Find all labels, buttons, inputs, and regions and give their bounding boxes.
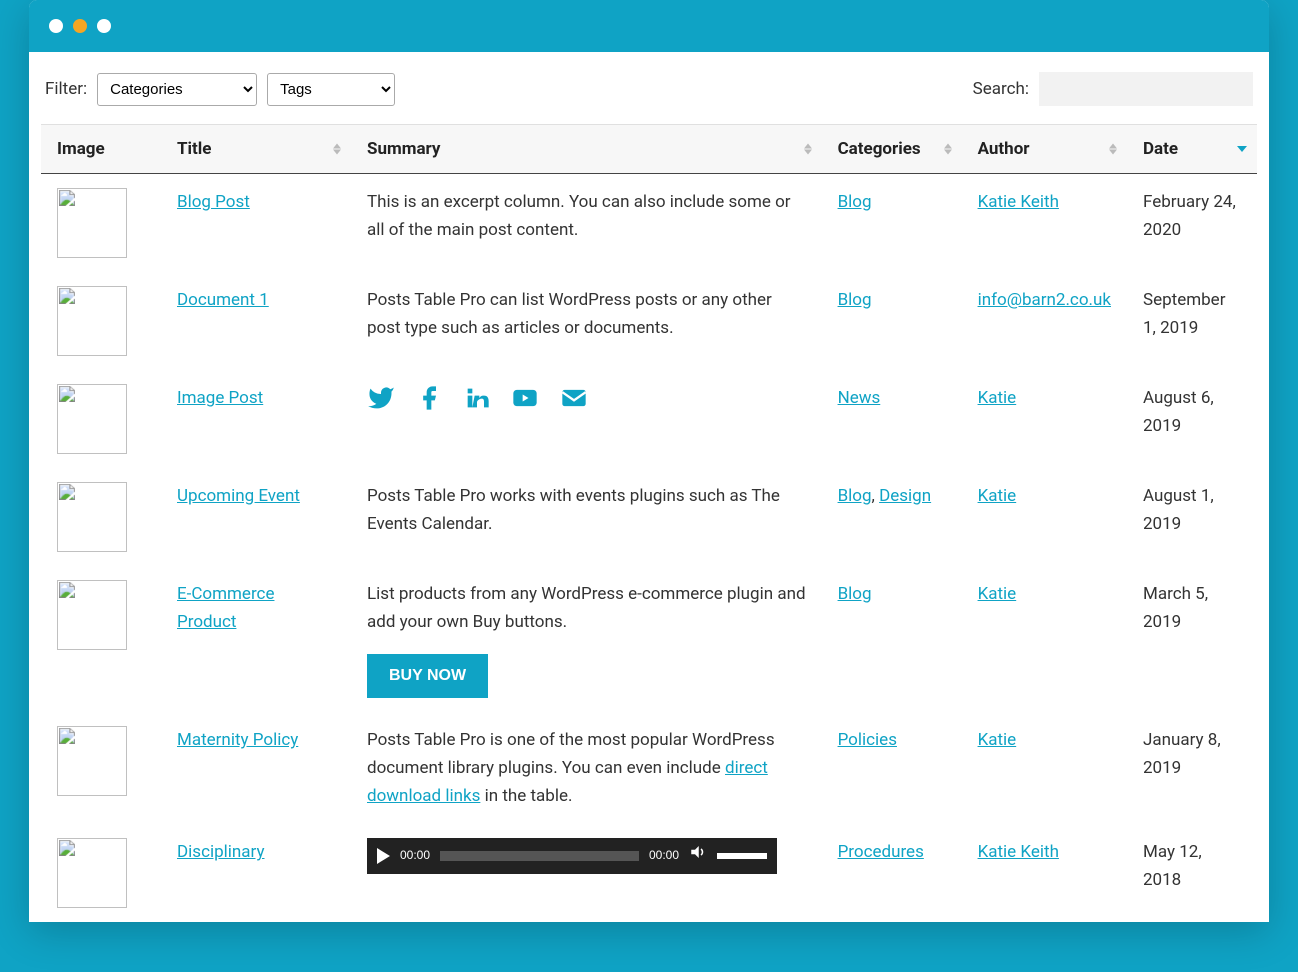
category-link[interactable]: Design [879, 486, 931, 506]
footer-bar [0, 922, 1298, 972]
post-date: August 6, 2019 [1127, 370, 1257, 468]
volume-slider[interactable] [717, 853, 767, 859]
post-categories: Procedures [822, 824, 962, 922]
post-date: September 1, 2019 [1127, 272, 1257, 370]
traffic-light-maximize[interactable] [97, 19, 111, 33]
categories-filter-select[interactable]: Categories [97, 73, 257, 106]
table-row: E-Commerce Product List products from any… [41, 566, 1257, 712]
search-label: Search: [973, 79, 1029, 99]
category-link[interactable]: Blog [838, 192, 872, 212]
post-thumbnail[interactable] [57, 286, 127, 356]
sort-icon [944, 144, 952, 155]
post-thumbnail[interactable] [57, 188, 127, 258]
author-link[interactable]: Katie [978, 388, 1017, 408]
header-summary[interactable]: Summary [351, 125, 822, 174]
post-title-link[interactable]: Document 1 [177, 290, 269, 310]
post-summary: Posts Table Pro can list WordPress posts… [351, 272, 822, 370]
post-thumbnail[interactable] [57, 384, 127, 454]
header-image: Image [41, 125, 161, 174]
category-link[interactable]: News [838, 388, 881, 408]
traffic-light-close[interactable] [49, 19, 63, 33]
post-categories: Blog [822, 174, 962, 273]
post-categories: Blog, Design [822, 468, 962, 566]
table-row: Maternity Policy Posts Table Pro is one o… [41, 712, 1257, 824]
category-link[interactable]: Blog [838, 290, 872, 310]
post-thumbnail[interactable] [57, 838, 127, 908]
post-summary [351, 370, 822, 468]
author-link[interactable]: info@barn2.co.uk [978, 290, 1111, 310]
table-controls: Filter: Categories Tags Search: [41, 72, 1257, 106]
post-date: May 12, 2018 [1127, 824, 1257, 922]
post-title-link[interactable]: Blog Post [177, 192, 250, 212]
author-link[interactable]: Katie [978, 584, 1017, 604]
post-categories: Policies [822, 712, 962, 824]
post-summary: Posts Table Pro is one of the most popul… [351, 712, 822, 824]
table-row: Blog Post This is an excerpt column. You … [41, 174, 1257, 273]
search-input[interactable] [1039, 72, 1253, 106]
audio-current-time: 00:00 [400, 846, 430, 866]
posts-table: Image Title Summary Categories [41, 124, 1257, 922]
traffic-light-minimize[interactable] [73, 19, 87, 33]
table-row: Image Post News Katie August 6, 2019 [41, 370, 1257, 468]
audio-player[interactable]: 00:00 00:00 [367, 838, 777, 874]
post-title-link[interactable]: E-Commerce Product [177, 584, 274, 632]
header-date[interactable]: Date [1127, 125, 1257, 174]
category-link[interactable]: Blog [838, 486, 872, 506]
linkedin-icon[interactable] [463, 384, 491, 421]
post-thumbnail[interactable] [57, 482, 127, 552]
category-link[interactable]: Blog [838, 584, 872, 604]
post-title-link[interactable]: Disciplinary [177, 842, 265, 862]
category-link[interactable]: Procedures [838, 842, 924, 862]
table-row: Disciplinary 00:00 00:00 Procedures Katie… [41, 824, 1257, 922]
post-categories: Blog [822, 272, 962, 370]
post-categories: News [822, 370, 962, 468]
sort-icon [333, 144, 341, 155]
author-link[interactable]: Katie [978, 730, 1017, 750]
post-summary: Posts Table Pro works with events plugin… [351, 468, 822, 566]
play-icon[interactable] [377, 848, 390, 864]
table-row: Document 1 Posts Table Pro can list WordP… [41, 272, 1257, 370]
filter-label: Filter: [45, 79, 87, 99]
category-link[interactable]: Policies [838, 730, 897, 750]
post-date: January 8, 2019 [1127, 712, 1257, 824]
post-title-link[interactable]: Maternity Policy [177, 730, 298, 750]
post-summary: This is an excerpt column. You can also … [351, 174, 822, 273]
post-title-link[interactable]: Image Post [177, 388, 263, 408]
post-date: February 24, 2020 [1127, 174, 1257, 273]
author-link[interactable]: Katie [978, 486, 1017, 506]
sort-icon-active [1237, 146, 1247, 152]
browser-window: Filter: Categories Tags Search: Image Ti… [29, 0, 1269, 922]
sort-icon [804, 144, 812, 155]
facebook-icon[interactable] [415, 384, 443, 421]
post-summary: 00:00 00:00 [351, 824, 822, 922]
audio-progress[interactable] [440, 851, 639, 861]
buy-now-button[interactable]: BUY NOW [367, 654, 488, 698]
post-summary: List products from any WordPress e-comme… [351, 566, 822, 712]
sort-icon [1109, 144, 1117, 155]
post-date: March 5, 2019 [1127, 566, 1257, 712]
tags-filter-select[interactable]: Tags [267, 73, 395, 106]
page-content: Filter: Categories Tags Search: Image Ti… [29, 52, 1269, 922]
author-link[interactable]: Katie Keith [978, 842, 1059, 862]
post-categories: Blog [822, 566, 962, 712]
header-categories[interactable]: Categories [822, 125, 962, 174]
mail-icon[interactable] [559, 384, 589, 421]
table-row: Upcoming Event Posts Table Pro works with… [41, 468, 1257, 566]
twitter-icon[interactable] [367, 384, 395, 421]
speaker-icon[interactable] [689, 842, 707, 870]
header-author[interactable]: Author [962, 125, 1127, 174]
header-title[interactable]: Title [161, 125, 351, 174]
post-thumbnail[interactable] [57, 726, 127, 796]
post-thumbnail[interactable] [57, 580, 127, 650]
window-titlebar [29, 0, 1269, 52]
post-title-link[interactable]: Upcoming Event [177, 486, 300, 506]
youtube-icon[interactable] [511, 384, 539, 421]
audio-total-time: 00:00 [649, 846, 679, 866]
author-link[interactable]: Katie Keith [978, 192, 1059, 212]
post-date: August 1, 2019 [1127, 468, 1257, 566]
